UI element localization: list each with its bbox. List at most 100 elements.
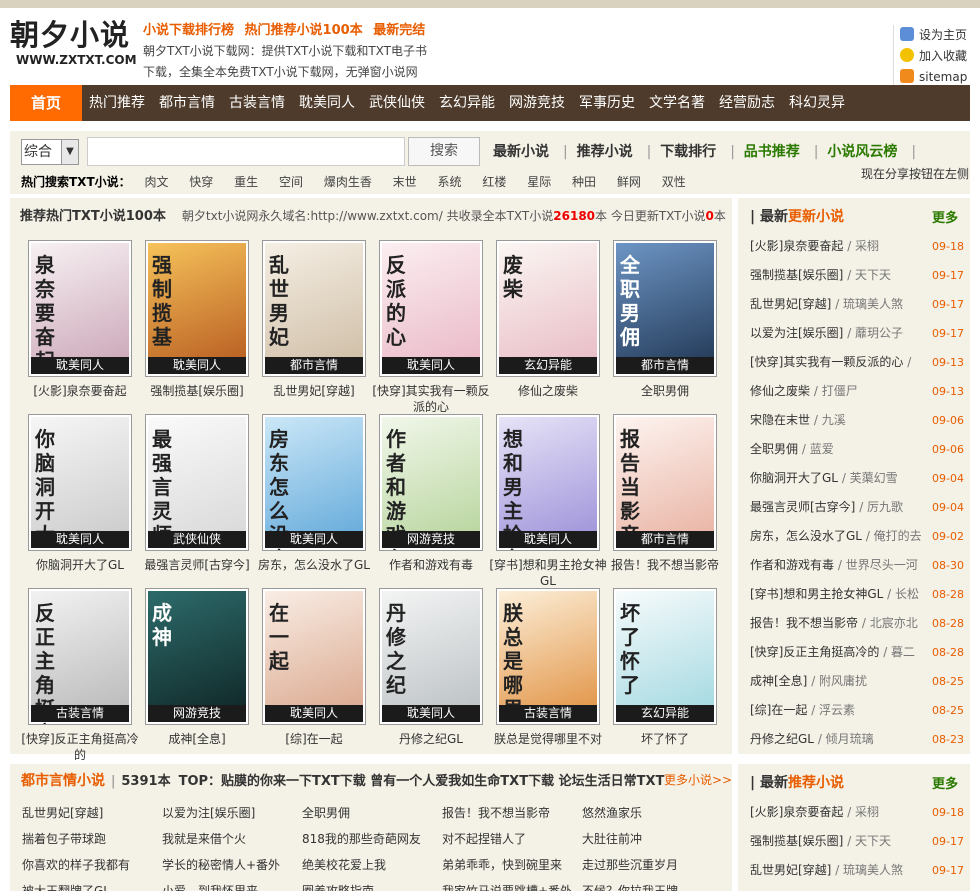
- list-item[interactable]: 你脑洞开大了GL / 芙蕖幻雪 09-04: [750, 464, 964, 493]
- urban-title[interactable]: 都市言情小说: [21, 773, 105, 789]
- book-cover[interactable]: 房东怎么没水了耽美同人: [262, 414, 366, 551]
- book-title[interactable]: 坏了怀了: [603, 731, 727, 763]
- book-title[interactable]: [快穿]其实我有一颗反派的心: [369, 383, 493, 415]
- book-title[interactable]: 你脑洞开大了GL: [18, 557, 142, 589]
- header-link-finished[interactable]: 最新完结: [373, 23, 425, 38]
- hot-word[interactable]: 肉文: [144, 175, 168, 189]
- book-title[interactable]: [综]在一起: [252, 731, 376, 763]
- list-item-book[interactable]: 报告！我不想当影帝: [750, 616, 858, 630]
- list-item-author[interactable]: 九溪: [822, 413, 846, 427]
- quick-link-latest[interactable]: 最新小说: [493, 144, 549, 160]
- book-title[interactable]: 乱世男妃[穿越]: [252, 383, 376, 415]
- list-item-author[interactable]: 世界尽头一河: [846, 558, 918, 572]
- hot-word[interactable]: 双性: [662, 175, 686, 189]
- book-title[interactable]: 最强言灵师[古穿今]: [135, 557, 259, 589]
- add-favorite-link[interactable]: 加入收藏: [900, 46, 973, 67]
- book-cover[interactable]: 乱世男妃 都市言情: [262, 240, 366, 377]
- book-card[interactable]: 报告当影帝都市言情报告！我不想当影帝: [611, 414, 720, 589]
- nav-classics[interactable]: 文学名著: [642, 85, 712, 121]
- list-item-book[interactable]: [快穿]其实我有一颗反派的心: [750, 355, 903, 369]
- book-cover[interactable]: 废柴 玄幻异能: [496, 240, 600, 377]
- book-cover[interactable]: 朕总是哪里不对古装言情: [496, 588, 600, 725]
- list-item-book[interactable]: 房东，怎么没水了GL: [750, 529, 862, 543]
- list-item-book[interactable]: [火影]泉奈要奋起: [750, 239, 843, 253]
- hot-word[interactable]: 末世: [393, 175, 417, 189]
- quick-link-recommend[interactable]: 推荐小说: [577, 144, 633, 160]
- hot-word[interactable]: 星际: [527, 175, 551, 189]
- urban-book-link[interactable]: 弟弟乖乖，快到碗里来: [442, 852, 582, 878]
- list-item[interactable]: 最强言灵师[古穿今] / 厉九歌 09-04: [750, 493, 964, 522]
- urban-book-link[interactable]: 绝美校花爱上我: [302, 852, 442, 878]
- list-item-book[interactable]: 以爱为注[娱乐圈]: [750, 326, 843, 340]
- latest-updates-more[interactable]: 更多: [932, 207, 958, 226]
- book-cover[interactable]: 在一起 耽美同人: [262, 588, 366, 725]
- list-item-author[interactable]: 打僵尸: [822, 384, 858, 398]
- hot-word[interactable]: 空间: [279, 175, 303, 189]
- nav-hot[interactable]: 热门推荐: [82, 85, 152, 121]
- book-title[interactable]: 朕总是觉得哪里不对: [486, 731, 610, 763]
- book-card[interactable]: 全职男佣 都市言情 全职男佣: [613, 240, 720, 415]
- list-item-book[interactable]: [穿书]想和男主抢女神GL: [750, 587, 883, 601]
- book-card[interactable]: 反正主角挺高冷古装言情 [快穿]反正主角挺高冷的: [21, 588, 139, 763]
- list-item[interactable]: 作者和游戏有毒 / 世界尽头一河 08-30: [750, 551, 964, 580]
- urban-more-link[interactable]: 更多小说>>: [664, 771, 732, 788]
- book-title[interactable]: 房东，怎么没水了GL: [252, 557, 376, 589]
- urban-book-link[interactable]: 乱世男妃[穿越]: [22, 800, 162, 826]
- book-title[interactable]: [快穿]反正主角挺高冷的: [18, 731, 142, 763]
- list-item-author[interactable]: 长松: [895, 587, 919, 601]
- list-item[interactable]: 以爱为注[娱乐圈] / 蘼玥公子 09-17: [750, 319, 964, 348]
- list-item-author[interactable]: 芙蕖幻雪: [850, 471, 898, 485]
- urban-book-link[interactable]: 圈养攻略指南: [302, 878, 442, 891]
- book-title[interactable]: [火影]泉奈要奋起: [18, 383, 142, 415]
- urban-book-link[interactable]: 被大王翻牌了GL: [22, 878, 162, 891]
- list-item[interactable]: 乱世男妃[穿越] / 琉璃美人煞 09-17: [750, 290, 964, 319]
- list-item-author[interactable]: 天下天: [855, 268, 891, 282]
- list-item-book[interactable]: 强制揽基[娱乐圈]: [750, 268, 843, 282]
- nav-game[interactable]: 网游竞技: [502, 85, 572, 121]
- book-cover[interactable]: 全职男佣 都市言情: [613, 240, 717, 377]
- list-item-author[interactable]: 采栩: [855, 239, 879, 253]
- book-cover[interactable]: 强制揽基 耽美同人: [145, 240, 249, 377]
- list-item-book[interactable]: 你脑洞开大了GL: [750, 471, 838, 485]
- book-card[interactable]: 想和男主抢女神耽美同人 [穿书]想和男主抢女神GL: [489, 414, 607, 589]
- nav-scifi[interactable]: 科幻灵异: [782, 85, 852, 121]
- book-title[interactable]: 全职男佣: [603, 383, 727, 415]
- book-card[interactable]: 乱世男妃 都市言情 乱世男妃[穿越]: [262, 240, 369, 415]
- list-item[interactable]: 宋隐在末世 / 九溪 09-06: [750, 406, 964, 435]
- list-item[interactable]: 房东，怎么没水了GL / 俺打的去 09-02: [750, 522, 964, 551]
- nav-wuxia[interactable]: 武侠仙侠: [362, 85, 432, 121]
- hot-word[interactable]: 红楼: [482, 175, 506, 189]
- list-item-book[interactable]: [快穿]反正主角挺高冷的: [750, 645, 879, 659]
- book-card[interactable]: 丹修之纪 耽美同人 丹修之纪GL: [379, 588, 486, 763]
- list-item-book[interactable]: 作者和游戏有毒: [750, 558, 834, 572]
- list-item[interactable]: 成神[全息] / 附风庸扰 08-25: [750, 667, 964, 696]
- book-title[interactable]: 成神[全息]: [135, 731, 259, 763]
- book-card[interactable]: 反派的心 耽美同人 [快穿]其实我有一颗反派的心: [372, 240, 490, 415]
- urban-book-link[interactable]: 走过那些沉重岁月: [582, 852, 722, 878]
- book-title[interactable]: 修仙之废柴: [486, 383, 610, 415]
- list-item[interactable]: 报告！我不想当影帝 / 北宸亦北 08-28: [750, 609, 964, 638]
- list-item-book[interactable]: [综]在一起: [750, 703, 807, 717]
- list-item[interactable]: [火影]泉奈要奋起 / 采栩 09-18: [750, 798, 964, 827]
- book-cover[interactable]: 最强言灵师武侠仙侠: [145, 414, 249, 551]
- book-card[interactable]: 作者和游戏有毒网游竞技作者和游戏有毒: [379, 414, 486, 589]
- list-item-author[interactable]: 天下天: [855, 834, 891, 848]
- list-item-author[interactable]: 采栩: [855, 805, 879, 819]
- book-card[interactable]: 泉奈要奋起耽美同人[火影]泉奈要奋起: [28, 240, 135, 415]
- list-item-book[interactable]: 乱世男妃[穿越]: [750, 297, 831, 311]
- site-logo[interactable]: 朝夕小说 WWW.ZXTXT.COM: [10, 18, 137, 78]
- list-item-author[interactable]: 蓝爱: [810, 442, 834, 456]
- book-title[interactable]: 报告！我不想当影帝: [603, 557, 727, 589]
- urban-book-link[interactable]: 悠然渔家乐: [582, 800, 722, 826]
- book-card[interactable]: 最强言灵师武侠仙侠最强言灵师[古穿今]: [144, 414, 252, 589]
- list-item[interactable]: 乱世男妃[穿越] / 琉璃美人煞 09-17: [750, 856, 964, 885]
- search-input[interactable]: [87, 137, 405, 166]
- search-type-select[interactable]: 综合 ▼: [21, 139, 79, 165]
- book-cover[interactable]: 你脑洞开大了耽美同人: [28, 414, 132, 551]
- list-item-book[interactable]: 最强言灵师[古穿今]: [750, 500, 855, 514]
- quick-link-pinshu[interactable]: 品书推荐: [744, 144, 800, 160]
- list-item-author[interactable]: 北宸亦北: [870, 616, 918, 630]
- list-item-author[interactable]: 厉九歌: [867, 500, 903, 514]
- book-title[interactable]: 丹修之纪GL: [369, 731, 493, 763]
- nav-urban[interactable]: 都市言情: [152, 85, 222, 121]
